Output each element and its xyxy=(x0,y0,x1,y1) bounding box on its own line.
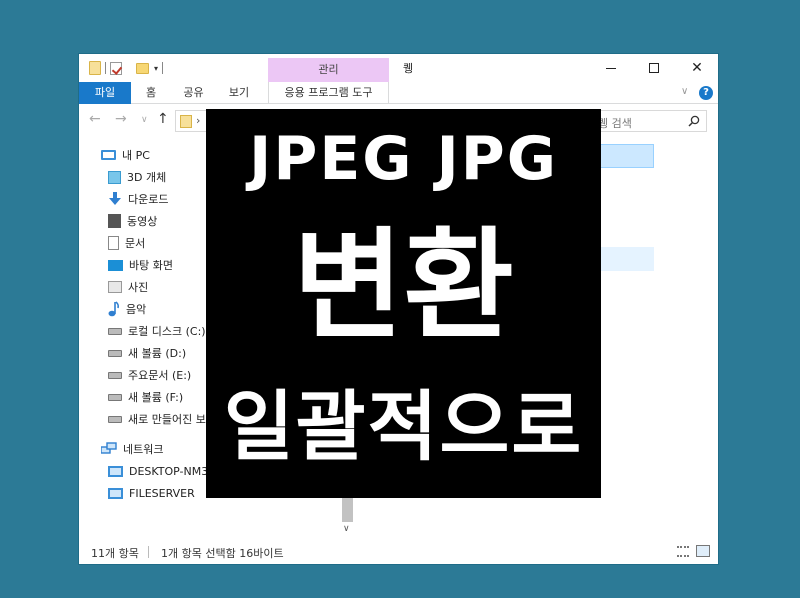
sidebar-item-local-disk-c[interactable]: 로컬 디스크 (C:) xyxy=(108,320,206,342)
3d-objects-icon xyxy=(108,170,121,184)
tab-home[interactable]: 홈 xyxy=(131,82,171,104)
folder-icon xyxy=(180,115,192,128)
sidebar-item-pictures[interactable]: 사진 xyxy=(108,276,148,298)
minimize-icon xyxy=(606,67,616,69)
sidebar-item-label: 바탕 화면 xyxy=(129,259,173,272)
sidebar-item-label: 주요문서 (E:) xyxy=(128,369,192,382)
sidebar-item-volume-d[interactable]: 새 볼륨 (D:) xyxy=(108,342,186,364)
video-icon xyxy=(108,214,121,228)
sidebar-item-label: 3D 개체 xyxy=(127,171,167,184)
sidebar-item-label: 내 PC xyxy=(122,149,150,162)
network-icon xyxy=(101,442,117,454)
new-folder-icon[interactable] xyxy=(136,62,149,74)
banner-line-batch: 일괄적으로 xyxy=(223,382,584,471)
file-row[interactable] xyxy=(599,247,654,271)
picture-icon xyxy=(108,281,122,293)
customize-toolbar-icon[interactable]: ▾ xyxy=(154,64,158,73)
recent-locations-icon[interactable]: ∨ xyxy=(141,115,148,125)
properties-icon[interactable] xyxy=(110,61,122,75)
details-view-icon[interactable] xyxy=(677,546,689,557)
document-icon xyxy=(108,236,119,250)
sidebar-item-label: 다운로드 xyxy=(128,193,169,206)
ribbon-tabs: 파일 홈 공유 보기 응용 프로그램 도구 ∨ ? xyxy=(79,82,718,104)
sidebar-item-label: 새로 만들어진 보 xyxy=(128,413,206,426)
pc-icon xyxy=(101,150,116,160)
large-icons-view-icon[interactable] xyxy=(696,545,710,557)
minimize-button[interactable] xyxy=(589,54,633,82)
back-arrow-icon[interactable]: ← xyxy=(89,111,101,127)
sidebar-item-videos[interactable]: 동영상 xyxy=(108,210,157,232)
search-placeholder: 퀭 검색 xyxy=(598,117,632,130)
sidebar-item-label: 네트워크 xyxy=(123,443,164,456)
search-icon xyxy=(688,115,700,127)
chevron-right-icon[interactable]: › xyxy=(196,114,200,127)
sidebar-item-label: 새 볼륨 (D:) xyxy=(128,347,187,360)
scroll-down-icon[interactable]: ∨ xyxy=(343,524,350,534)
help-icon[interactable]: ? xyxy=(699,86,713,100)
sidebar-item-fileserver[interactable]: FILESERVER xyxy=(108,482,195,504)
maximize-icon xyxy=(649,63,659,73)
sidebar-item-volume-e[interactable]: 주요문서 (E:) xyxy=(108,364,191,386)
sidebar-item-documents[interactable]: 문서 xyxy=(108,232,145,254)
selection-info: 1개 항목 선택함 16바이트 xyxy=(161,547,284,560)
tab-manage[interactable]: 관리 xyxy=(268,58,389,82)
sidebar-item-label: FILESERVER xyxy=(129,486,195,500)
drive-icon xyxy=(108,415,122,423)
title-banner-overlay: JPEG JPG 변환 일괄적으로 xyxy=(206,109,601,498)
tab-file[interactable]: 파일 xyxy=(79,82,131,104)
tab-application-tools[interactable]: 응용 프로그램 도구 xyxy=(268,82,389,104)
sidebar-item-label: 동영상 xyxy=(127,215,158,228)
computer-icon xyxy=(108,487,123,499)
computer-icon xyxy=(108,465,123,477)
close-button[interactable]: ✕ xyxy=(675,54,719,82)
sidebar-item-this-pc[interactable]: 내 PC xyxy=(101,144,150,166)
local-disk-icon xyxy=(108,327,122,335)
window-title: 퀭 xyxy=(403,62,414,75)
tab-view[interactable]: 보기 xyxy=(219,82,259,104)
sidebar-item-label: 문서 xyxy=(125,237,146,250)
sidebar-item-desktop[interactable]: 바탕 화면 xyxy=(108,254,173,276)
music-icon xyxy=(108,301,120,317)
title-bar: ▾ 관리 퀭 ✕ xyxy=(79,54,718,82)
sidebar-item-network[interactable]: 네트워크 xyxy=(101,438,163,460)
sidebar-item-label: 새 볼륨 (F:) xyxy=(128,391,184,404)
sidebar-item-label: 로컬 디스크 (C:) xyxy=(128,325,206,338)
banner-line-convert: 변환 xyxy=(293,217,514,356)
maximize-button[interactable] xyxy=(632,54,676,82)
quick-access-toolbar: ▾ xyxy=(89,60,167,76)
scrollbar-thumb[interactable] xyxy=(342,494,353,522)
expand-ribbon-icon[interactable]: ∨ xyxy=(681,86,688,97)
sidebar-item-label: 음악 xyxy=(126,303,147,316)
file-icon xyxy=(89,61,101,75)
sidebar-item-music[interactable]: 음악 xyxy=(108,298,146,320)
sidebar-item-3d-objects[interactable]: 3D 개체 xyxy=(108,166,166,188)
close-icon: ✕ xyxy=(691,60,703,76)
banner-line-format: JPEG JPG xyxy=(249,124,558,194)
sidebar-item-label: DESKTOP-NM3I xyxy=(129,464,212,478)
sidebar-item-label: 사진 xyxy=(128,281,149,294)
tab-share[interactable]: 공유 xyxy=(171,82,216,104)
drive-icon xyxy=(108,393,122,401)
desktop-icon xyxy=(108,259,123,271)
download-icon xyxy=(109,192,121,205)
forward-arrow-icon[interactable]: → xyxy=(115,111,127,127)
sidebar-item-volume-f[interactable]: 새 볼륨 (F:) xyxy=(108,386,183,408)
item-count: 11개 항목 xyxy=(91,547,139,560)
up-arrow-icon[interactable]: ↑ xyxy=(157,111,169,127)
sidebar-item-new-volume[interactable]: 새로 만들어진 보 xyxy=(108,408,206,430)
drive-icon xyxy=(108,371,122,379)
search-input[interactable]: 퀭 검색 xyxy=(589,110,707,132)
selected-file-row[interactable] xyxy=(599,144,654,168)
sidebar-item-downloads[interactable]: 다운로드 xyxy=(108,188,168,210)
status-bar: 11개 항목 1개 항목 선택함 16바이트 xyxy=(79,540,718,564)
sidebar-item-desktop-computer[interactable]: DESKTOP-NM3I xyxy=(108,460,211,482)
drive-icon xyxy=(108,349,122,357)
